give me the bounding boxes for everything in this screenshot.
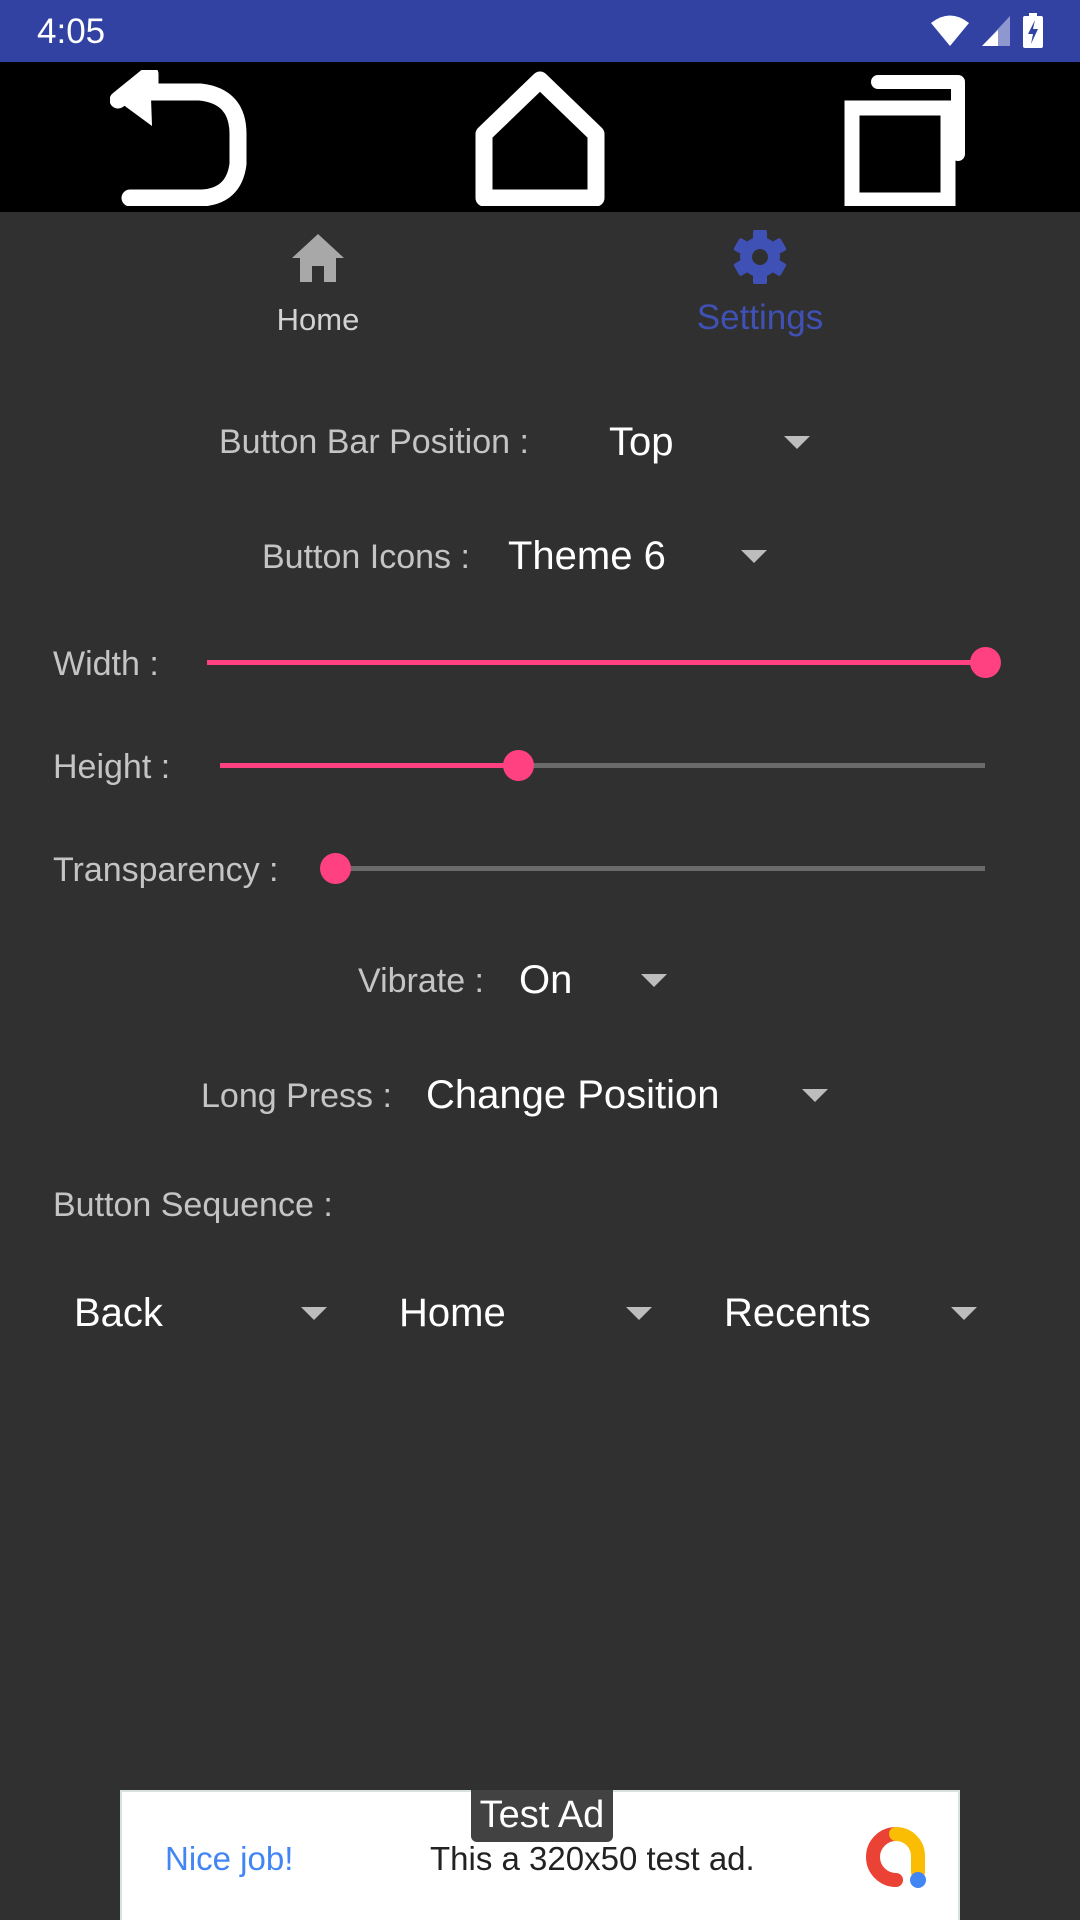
- chevron-down-icon: [951, 1307, 977, 1320]
- chevron-down-icon: [641, 974, 667, 987]
- transparency-slider-thumb[interactable]: [320, 853, 351, 884]
- button-icons-value: Theme 6: [508, 534, 666, 578]
- nav-back-button[interactable]: [110, 70, 250, 206]
- ad-logo-icon: [866, 1827, 926, 1888]
- button-icons-label: Button Icons :: [262, 538, 470, 576]
- sequence-slot-1-value: Back: [74, 1291, 163, 1335]
- width-slider-thumb[interactable]: [970, 647, 1001, 678]
- ad-banner[interactable]: Nice job! This a 320x50 test ad. Test Ad: [120, 1790, 960, 1920]
- height-slider[interactable]: [220, 745, 985, 785]
- vibrate-dropdown[interactable]: On: [510, 946, 680, 1016]
- long-press-label: Long Press :: [201, 1077, 392, 1115]
- tab-home-label: Home: [276, 302, 360, 337]
- chevron-down-icon: [626, 1307, 652, 1320]
- sequence-slot-2-value: Home: [399, 1291, 506, 1335]
- recents-icon: [844, 75, 965, 206]
- back-icon: [110, 70, 247, 206]
- height-slider-fill: [220, 763, 519, 768]
- test-ad-badge: Test Ad: [471, 1790, 613, 1842]
- transparency-label: Transparency :: [53, 851, 279, 889]
- width-slider[interactable]: [207, 642, 1001, 682]
- wifi-icon: [931, 15, 969, 46]
- height-slider-thumb[interactable]: [503, 750, 535, 781]
- status-time: 4:05: [37, 12, 106, 51]
- nav-button-bar: [0, 62, 1080, 212]
- button-bar-position-dropdown[interactable]: Top: [600, 408, 820, 478]
- tab-settings-label: Settings: [696, 298, 824, 337]
- sequence-slot-3-value: Recents: [724, 1291, 871, 1335]
- home-outline-icon: [475, 71, 605, 206]
- transparency-slider-track: [335, 866, 985, 871]
- button-icons-dropdown[interactable]: Theme 6: [500, 522, 780, 592]
- gear-icon: [733, 230, 787, 284]
- cell-signal-icon: [982, 16, 1010, 46]
- battery-charging-icon: [1023, 13, 1043, 48]
- chevron-down-icon: [741, 550, 767, 563]
- width-slider-fill: [207, 660, 985, 665]
- status-bar: 4:05: [0, 0, 1080, 62]
- button-bar-position-label: Button Bar Position :: [219, 423, 529, 461]
- button-bar-position-value: Top: [609, 420, 674, 464]
- long-press-value: Change Position: [426, 1073, 720, 1117]
- transparency-slider[interactable]: [320, 848, 985, 888]
- vibrate-label: Vibrate :: [358, 962, 485, 1000]
- chevron-down-icon: [301, 1307, 327, 1320]
- sequence-slot-2-dropdown[interactable]: Home: [385, 1279, 665, 1349]
- nav-recents-button[interactable]: [830, 70, 970, 206]
- vibrate-value: On: [519, 958, 573, 1002]
- tab-settings[interactable]: Settings: [640, 230, 880, 340]
- long-press-dropdown[interactable]: Change Position: [418, 1061, 838, 1131]
- height-label: Height :: [53, 748, 171, 786]
- chevron-down-icon: [784, 436, 810, 449]
- tab-home[interactable]: Home: [198, 230, 438, 340]
- button-sequence-label: Button Sequence :: [53, 1186, 333, 1224]
- width-label: Width :: [53, 645, 159, 683]
- status-icons: [930, 13, 1044, 48]
- nav-home-button[interactable]: [470, 70, 610, 206]
- chevron-down-icon: [802, 1089, 828, 1102]
- ad-headline: Nice job!: [165, 1840, 294, 1877]
- sequence-slot-3-dropdown[interactable]: Recents: [710, 1279, 990, 1349]
- ad-text: This a 320x50 test ad.: [430, 1840, 755, 1877]
- home-icon: [292, 234, 344, 282]
- sequence-slot-1-dropdown[interactable]: Back: [60, 1279, 340, 1349]
